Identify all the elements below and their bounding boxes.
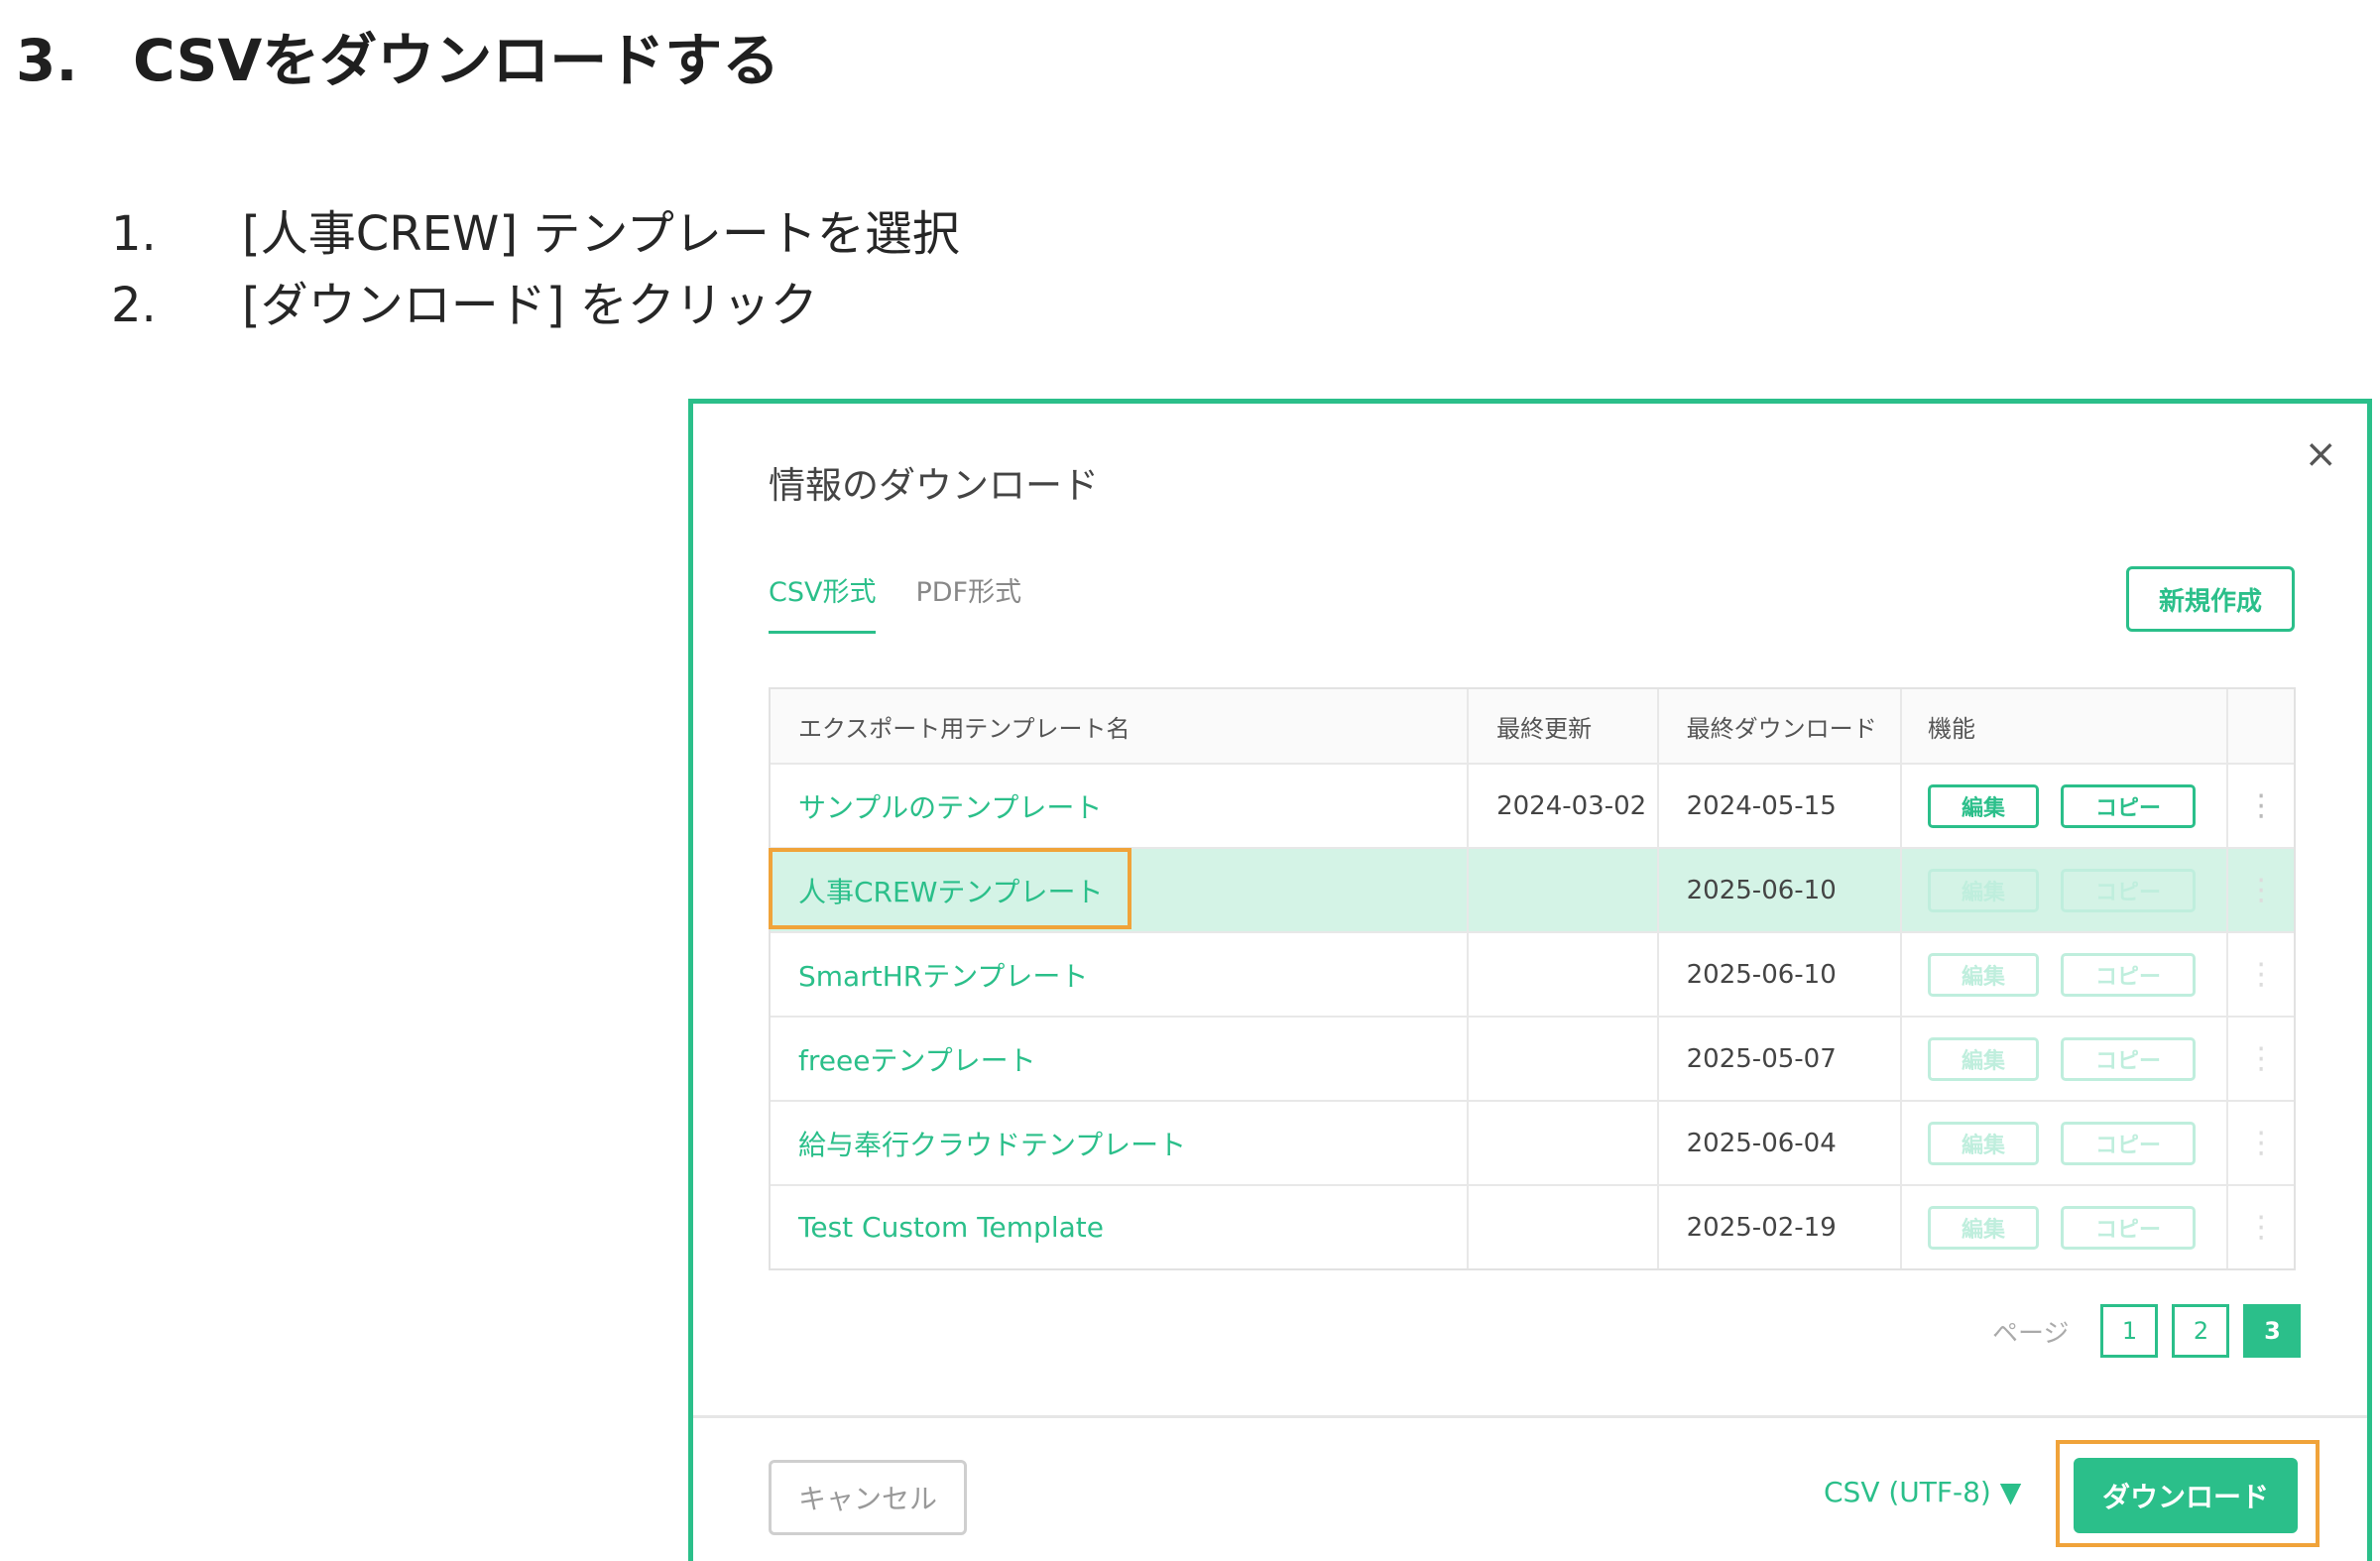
column-header-downloaded: 最終ダウンロード — [1656, 689, 1900, 763]
template-name-link[interactable]: 給与奉行クラウドテンプレート — [798, 1124, 1186, 1163]
last-downloaded-cell: 2025-06-04 — [1656, 1102, 1900, 1184]
edit-button[interactable]: 編集 — [1928, 1121, 2040, 1165]
template-name-link[interactable]: サンプルのテンプレート — [798, 786, 1102, 826]
step-number: 2. — [111, 278, 157, 333]
column-header-actions: 機能 — [1900, 689, 2226, 763]
tab-pdf[interactable]: PDF形式 — [915, 570, 1021, 634]
table-row[interactable]: 給与奉行クラウドテンプレート 2025-06-04 編集 コピー ⋮ — [771, 1100, 2294, 1184]
last-downloaded-cell: 2024-05-15 — [1656, 765, 1900, 847]
more-options-icon[interactable]: ⋮ — [2246, 1041, 2276, 1076]
step-text: [人事CREW] テンプレートを選択 — [242, 206, 960, 262]
copy-button[interactable]: コピー — [2061, 783, 2197, 828]
dialog-title: 情報のダウンロード — [769, 464, 1099, 507]
copy-button[interactable]: コピー — [2061, 1036, 2197, 1081]
edit-button[interactable]: 編集 — [1928, 783, 2040, 828]
column-header-updated: 最終更新 — [1467, 689, 1657, 763]
last-updated-cell — [1467, 1186, 1657, 1268]
more-options-icon[interactable]: ⋮ — [2246, 1210, 2276, 1245]
actions-cell: 編集 コピー — [1900, 1102, 2226, 1184]
copy-button[interactable]: コピー — [2061, 1205, 2197, 1250]
section-heading: 3. CSVをダウンロードする — [16, 14, 779, 97]
last-updated-cell: 2024-03-02 — [1467, 765, 1657, 847]
section-title: CSVをダウンロードする — [133, 27, 780, 94]
actions-cell: 編集 コピー — [1900, 765, 2226, 847]
more-options-icon[interactable]: ⋮ — [2246, 873, 2276, 907]
format-tabs: CSV形式 PDF形式 — [769, 570, 1061, 634]
actions-cell: 編集 コピー — [1900, 1186, 2226, 1268]
copy-button[interactable]: コピー — [2061, 868, 2197, 912]
last-downloaded-cell: 2025-05-07 — [1656, 1018, 1900, 1100]
close-icon[interactable]: × — [2304, 431, 2337, 477]
column-header-menu — [2226, 689, 2294, 763]
table-header-row: エクスポート用テンプレート名 最終更新 最終ダウンロード 機能 — [771, 689, 2294, 763]
template-name-link[interactable]: Test Custom Template — [798, 1211, 1104, 1244]
download-highlight-box — [2056, 1440, 2320, 1547]
more-options-icon[interactable]: ⋮ — [2246, 957, 2276, 992]
selection-highlight-box — [769, 848, 1131, 929]
last-updated-cell — [1467, 1018, 1657, 1100]
step-text: [ダウンロード] をクリック — [242, 278, 818, 333]
more-options-icon[interactable]: ⋮ — [2246, 1126, 2276, 1160]
actions-cell: 編集 コピー — [1900, 933, 2226, 1016]
column-header-name: エクスポート用テンプレート名 — [798, 714, 1130, 743]
template-table: エクスポート用テンプレート名 最終更新 最終ダウンロード 機能 サンプルのテンプ… — [769, 687, 2296, 1270]
table-row[interactable]: Test Custom Template 2025-02-19 編集 コピー ⋮ — [771, 1184, 2294, 1268]
last-updated-cell — [1467, 933, 1657, 1016]
dialog-footer: キャンセル CSV (UTF-8) ▼ ダウンロード — [693, 1415, 2367, 1561]
edit-button[interactable]: 編集 — [1928, 1205, 2040, 1250]
page-button-1[interactable]: 1 — [2100, 1304, 2159, 1358]
last-downloaded-cell: 2025-06-10 — [1656, 849, 1900, 931]
edit-button[interactable]: 編集 — [1928, 952, 2040, 997]
pagination: ページ 1 2 3 — [1992, 1304, 2302, 1358]
step-number: 1. — [111, 206, 157, 262]
last-downloaded-cell: 2025-02-19 — [1656, 1186, 1900, 1268]
table-row[interactable]: SmartHRテンプレート 2025-06-10 編集 コピー ⋮ — [771, 931, 2294, 1016]
table-row[interactable]: freeeテンプレート 2025-05-07 編集 コピー ⋮ — [771, 1016, 2294, 1100]
step-item: 1. [人事CREW] テンプレートを選択 — [111, 198, 960, 270]
last-downloaded-cell: 2025-06-10 — [1656, 933, 1900, 1016]
edit-button[interactable]: 編集 — [1928, 868, 2040, 912]
table-row[interactable]: サンプルのテンプレート 2024-03-02 2024-05-15 編集 コピー… — [771, 763, 2294, 847]
template-name-link[interactable]: freeeテンプレート — [798, 1039, 1036, 1079]
actions-cell: 編集 コピー — [1900, 1018, 2226, 1100]
step-item: 2. [ダウンロード] をクリック — [111, 270, 960, 341]
cancel-button[interactable]: キャンセル — [769, 1460, 967, 1535]
last-updated-cell — [1467, 849, 1657, 931]
template-name-link[interactable]: SmartHRテンプレート — [798, 955, 1088, 995]
download-dialog-screenshot: × 情報のダウンロード CSV形式 PDF形式 新規作成 エクスポート用テンプレ… — [688, 399, 2372, 1561]
page-button-3[interactable]: 3 — [2243, 1304, 2302, 1358]
actions-cell: 編集 コピー — [1900, 849, 2226, 931]
last-updated-cell — [1467, 1102, 1657, 1184]
instruction-steps: 1. [人事CREW] テンプレートを選択 2. [ダウンロード] をクリック — [111, 198, 960, 341]
copy-button[interactable]: コピー — [2061, 952, 2197, 997]
encoding-select[interactable]: CSV (UTF-8) ▼ — [1824, 1476, 2021, 1508]
more-options-icon[interactable]: ⋮ — [2246, 788, 2276, 823]
copy-button[interactable]: コピー — [2061, 1121, 2197, 1165]
page-button-2[interactable]: 2 — [2172, 1304, 2230, 1358]
pagination-label: ページ — [1992, 1318, 2070, 1349]
tab-csv[interactable]: CSV形式 — [769, 570, 877, 634]
new-template-button[interactable]: 新規作成 — [2126, 566, 2295, 632]
edit-button[interactable]: 編集 — [1928, 1036, 2040, 1081]
section-number: 3. — [16, 27, 78, 94]
